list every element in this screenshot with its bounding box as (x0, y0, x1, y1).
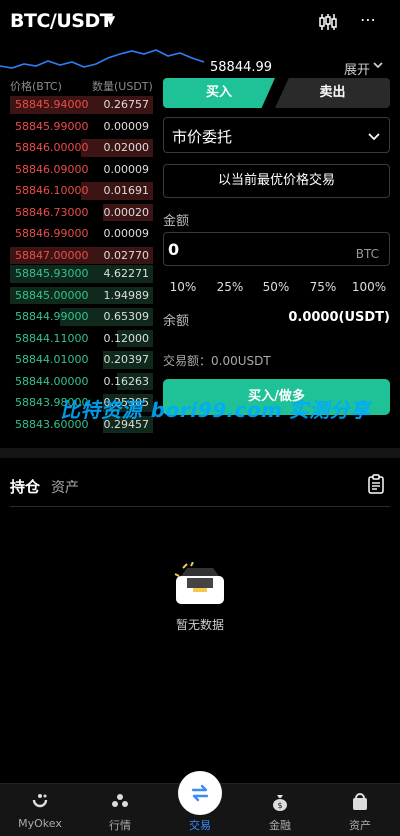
nav-label: 资产 (349, 819, 371, 832)
ask-price: 58847.00000 (15, 248, 89, 262)
ask-row[interactable]: 58846.10000 0.01691 (10, 180, 153, 202)
bid-row[interactable]: 58845.93000 4.62271 (10, 263, 153, 285)
ask-price: 58846.99000 (15, 227, 89, 240)
trade-swap-icon (189, 782, 211, 808)
expand-button[interactable]: 展开 (344, 59, 370, 78)
ask-row[interactable]: 58846.99000 0.00009 (10, 223, 153, 245)
ask-row[interactable]: 58846.09000 0.00009 (10, 159, 153, 181)
market-icon (110, 792, 130, 812)
ask-row[interactable]: 58846.73000 0.00020 (10, 202, 153, 224)
bid-price: 58844.99000 (15, 310, 89, 323)
percent-25[interactable]: 25% (210, 280, 250, 294)
amount-label: 金额 (163, 214, 190, 229)
bid-qty: 0.20397 (103, 353, 150, 366)
trade-amount: 交易额：0.00USDT (163, 354, 271, 368)
ask-qty: 0.02770 (103, 248, 150, 262)
okex-logo-icon (30, 792, 50, 812)
nav-myokex[interactable]: MyOkex (0, 784, 80, 836)
ask-price: 58845.99000 (15, 119, 89, 133)
ask-price: 58846.10000 (15, 184, 89, 197)
ask-qty: 0.00009 (103, 227, 150, 240)
percent-10[interactable]: 10% (163, 280, 203, 294)
bid-row[interactable]: 58844.11000 0.12000 (10, 328, 153, 350)
bid-price: 58844.11000 (15, 331, 89, 345)
bid-row[interactable]: 58844.00000 0.16263 (10, 371, 153, 393)
percent-selector: 10% 25% 50% 75% 100% (163, 280, 390, 296)
tab-assets[interactable]: 资产 (51, 477, 79, 497)
finance-bag-icon: $ (270, 792, 290, 812)
section-divider (0, 448, 400, 458)
ask-price: 58846.00000 (15, 141, 89, 154)
empty-state-text: 暂无数据 (175, 618, 224, 632)
pair-selector[interactable]: BTC/USDT (10, 10, 113, 32)
top-bar: BTC/USDT ▼ ⋯ (0, 0, 400, 46)
bid-price: 58845.93000 (15, 267, 89, 280)
best-price-button[interactable]: 以当前最优价格交易 (163, 164, 390, 198)
ask-qty: 0.00020 (103, 205, 150, 219)
nav-label: MyOkex (18, 817, 62, 830)
nav-market[interactable]: 行情 (80, 784, 160, 836)
last-price: 58844.99 (210, 60, 273, 75)
ask-qty: 0.00009 (103, 162, 150, 176)
tab-buy[interactable]: 买入 (163, 78, 275, 108)
percent-50[interactable]: 50% (256, 280, 296, 294)
nav-label: 交易 (189, 819, 211, 832)
nav-finance[interactable]: $ 金融 (240, 784, 320, 836)
ask-qty: 0.00009 (103, 119, 150, 133)
amount-input[interactable]: 0 BTC (163, 232, 390, 266)
more-dots-icon[interactable]: ⋯ (360, 10, 376, 29)
watermark-text: 比特资源 bori99.com 实测分享 (59, 398, 375, 422)
bid-qty: 0.12000 (103, 331, 150, 345)
order-type-label: 市价委托 (172, 128, 233, 146)
nav-label: 行情 (109, 819, 131, 832)
balance-label: 余额 (163, 314, 190, 329)
wallet-icon (350, 792, 370, 812)
empty-box-icon (173, 561, 227, 610)
nav-assets[interactable]: 资产 (320, 784, 400, 836)
ask-price: 58846.09000 (15, 162, 89, 176)
ask-qty: 0.01691 (103, 184, 150, 197)
bid-row[interactable]: 58844.99000 0.65309 (10, 306, 153, 328)
ask-qty: 0.26757 (103, 98, 150, 111)
ask-qty: 0.02000 (103, 141, 150, 154)
qty-column-header: 数量(USDT) (92, 80, 153, 93)
svg-text:$: $ (277, 801, 282, 810)
nav-label: 金融 (269, 819, 291, 832)
bid-qty: 0.16263 (103, 374, 150, 388)
clipboard-icon[interactable] (367, 474, 385, 498)
candlestick-icon[interactable] (318, 12, 338, 36)
bid-row[interactable]: 58845.00000 1.94989 (10, 285, 153, 307)
tab-underline (10, 506, 390, 507)
bid-price: 58844.00000 (15, 374, 89, 388)
caret-down-icon[interactable]: ▼ (106, 13, 115, 27)
ask-row[interactable]: 58846.00000 0.02000 (10, 137, 153, 159)
bid-price: 58844.01000 (15, 353, 89, 366)
bid-price: 58845.00000 (15, 288, 89, 302)
bid-qty: 0.65309 (103, 310, 150, 323)
tab-positions[interactable]: 持仓 (10, 476, 40, 497)
ask-price: 58845.94000 (15, 98, 89, 111)
balance-value: 0.0000(USDT) (288, 310, 390, 325)
ask-row[interactable]: 58845.99000 0.00009 (10, 116, 153, 138)
bid-qty: 4.62271 (103, 267, 150, 280)
order-type-select[interactable]: 市价委托 (163, 117, 390, 153)
side-tabs: 买入 卖出 (163, 78, 390, 108)
percent-75[interactable]: 75% (303, 280, 343, 294)
nav-trade-active-indicator[interactable] (178, 771, 222, 815)
ask-row[interactable]: 58845.94000 0.26757 (10, 94, 153, 116)
price-column-header: 价格(BTC) (10, 80, 62, 93)
chevron-down-icon[interactable] (372, 59, 384, 74)
tab-sell[interactable]: 卖出 (275, 78, 390, 108)
chevron-down-icon (367, 128, 381, 147)
bid-qty: 1.94989 (103, 288, 150, 302)
amount-unit: BTC (355, 247, 379, 261)
percent-100[interactable]: 100% (349, 280, 389, 294)
ask-price: 58846.73000 (15, 205, 89, 219)
amount-value: 0 (168, 240, 180, 259)
bid-row[interactable]: 58844.01000 0.20397 (10, 349, 153, 371)
